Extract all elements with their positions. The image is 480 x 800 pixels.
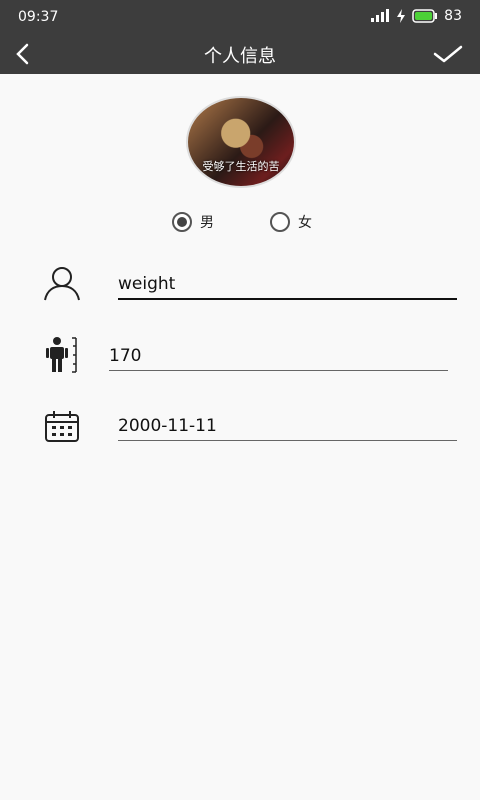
page-title: 个人信息 [204, 46, 276, 67]
user-icon [44, 267, 80, 301]
charging-icon [397, 9, 406, 23]
status-indicators: 83 [370, 8, 462, 24]
female-radio[interactable] [270, 212, 290, 232]
check-icon[interactable] [432, 40, 464, 68]
status-bar: 09:37 83 [0, 0, 480, 34]
avatar-caption: 受够了生活的苦 [202, 160, 280, 173]
battery-level: 83 [444, 8, 462, 24]
male-label: 男 [200, 215, 214, 231]
calendar-icon [45, 411, 79, 442]
height-icon [46, 337, 77, 373]
title-bar: 个人信息 [0, 34, 480, 74]
female-label: 女 [298, 215, 312, 231]
avatar[interactable]: 受够了生活的苦 [186, 96, 296, 188]
gender-male-option[interactable]: 男 [172, 212, 214, 232]
battery-icon [412, 9, 438, 23]
gender-female-option[interactable]: 女 [270, 212, 312, 232]
status-time: 09:37 [18, 9, 59, 25]
birthday-input[interactable]: 2000-11-11 [118, 416, 457, 441]
signal-icon [371, 9, 390, 22]
male-radio[interactable] [172, 212, 192, 232]
height-input[interactable]: 170 [109, 346, 448, 371]
name-input[interactable]: weight [118, 274, 457, 300]
